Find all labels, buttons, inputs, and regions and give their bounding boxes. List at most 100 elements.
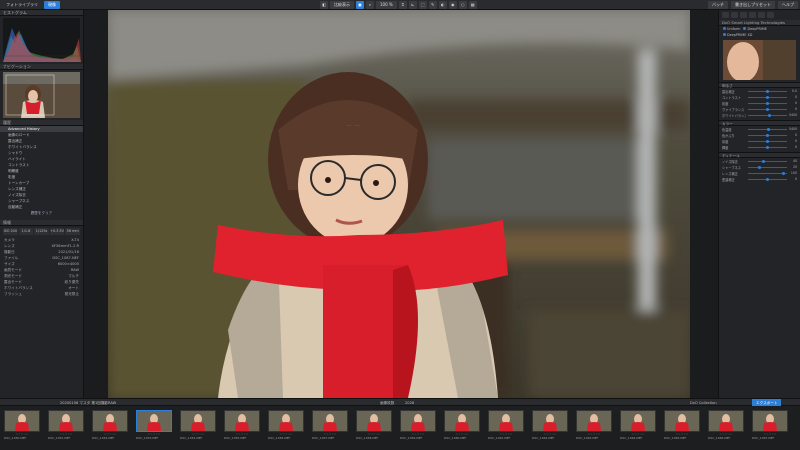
perspective-icon[interactable]: ⬚ [418,1,427,9]
thumbnail-image[interactable] [708,410,744,432]
slider-knob[interactable] [766,133,769,137]
tool-icon[interactable] [749,12,756,18]
thumbnail-image[interactable] [488,410,524,432]
slider-value[interactable]: 0 [789,139,797,143]
thumbnail-image[interactable] [136,410,172,432]
slider-value[interactable]: 0 [789,177,797,181]
thumbnail-image[interactable] [224,410,260,432]
filmstrip-thumbnail[interactable]: ☆☆☆☆☆ DSC_1057.NEF [312,410,348,446]
local-adjust-icon[interactable]: ◐ [438,1,447,9]
slider-value[interactable]: 100 [789,171,797,175]
grid-icon[interactable]: ▦ [468,1,477,9]
slider-value[interactable]: 0.0 [789,89,797,93]
slider-value[interactable]: 5400 [789,113,797,117]
thumbnail-image[interactable] [4,410,40,432]
thumbnail-image[interactable] [664,410,700,432]
compare-mode[interactable]: 比較表示 [330,1,354,9]
repair-icon[interactable]: ✎ [428,1,437,9]
slider-knob[interactable] [766,89,769,93]
main-photo-viewer[interactable] [108,10,690,398]
slider-track[interactable] [748,95,787,99]
slider-value[interactable]: 0 [789,145,797,149]
slider-track[interactable] [748,145,787,149]
slider-knob[interactable] [766,101,769,105]
slider-track[interactable] [748,171,787,175]
filmstrip-thumbnail[interactable]: ☆☆☆☆☆ DSC_1055.NEF [224,410,260,446]
slider-track[interactable] [748,107,787,111]
thumbnail-image[interactable] [576,410,612,432]
slider-value[interactable]: 0 [789,107,797,111]
slider-value[interactable]: 0 [789,101,797,105]
crop-icon[interactable]: ⌗ [398,1,407,9]
slider-track[interactable] [748,89,787,93]
redeye-icon[interactable]: ◉ [448,1,457,9]
slider-value[interactable]: 0 [789,133,797,137]
loupe-icon[interactable]: ○ [458,1,467,9]
filmstrip-thumbnail[interactable]: ☆☆☆☆☆ DSC_1051.NEF [48,410,84,446]
slider-knob[interactable] [781,171,785,175]
zoom-icon[interactable]: ⌕ [366,1,374,9]
slider-value[interactable]: 40 [789,159,797,163]
thumbnail-image[interactable] [180,410,216,432]
history-clear-button[interactable]: 履歴をクリア [0,210,83,216]
compare-icon[interactable]: ◧ [320,1,328,9]
slider-track[interactable] [748,101,787,105]
filmstrip-thumbnail[interactable]: ☆☆☆☆☆ DSC_1053.NEF [136,410,172,446]
tab-develop[interactable]: 現像 [44,1,60,9]
slider-knob[interactable] [766,95,769,99]
toggle-uniform[interactable]: Uniform [723,27,740,31]
filmstrip-thumbnail[interactable]: ☆☆☆☆☆ DSC_1059.NEF [400,410,436,446]
slider-track[interactable] [748,159,787,163]
slider-knob[interactable] [766,139,769,143]
filmstrip-thumbnail[interactable]: ☆☆☆☆☆ DSC_1058.NEF [356,410,392,446]
filmstrip-thumbnail[interactable]: ☆☆☆☆☆ DSC_1063.NEF [576,410,612,446]
horizon-icon[interactable]: ⊾ [408,1,417,9]
tool-icon[interactable] [722,12,729,18]
slider-knob[interactable] [767,113,771,117]
toggle-deepprime[interactable]: DeepPRIME [743,27,767,31]
info-header[interactable]: 情報 [0,220,83,226]
thumbnail-image[interactable] [620,410,656,432]
navigator-thumbnail[interactable] [3,72,80,118]
slider-value[interactable]: 5400 [789,127,797,131]
fit-icon[interactable]: ▣ [356,1,364,9]
filmstrip-thumbnail[interactable]: ☆☆☆☆☆ DSC_1050.NEF [4,410,40,446]
batch-button[interactable]: バッチ [708,1,728,9]
filmstrip-thumbnail[interactable]: ☆☆☆☆☆ DSC_1065.NEF [664,410,700,446]
slider-track[interactable] [748,139,787,143]
filmstrip-thumbnail[interactable]: ☆☆☆☆☆ DSC_1061.NEF [488,410,524,446]
filmstrip-thumbnail[interactable]: ☆☆☆☆☆ DSC_1052.NEF [92,410,128,446]
thumbnail-image[interactable] [400,410,436,432]
slider-track[interactable] [748,133,787,137]
slider-value[interactable]: 20 [789,165,797,169]
slider-value[interactable]: 0 [789,95,797,99]
slider-track[interactable] [748,177,787,181]
thumbnail-image[interactable] [356,410,392,432]
slider-knob[interactable] [766,177,769,181]
thumbnail-image[interactable] [92,410,128,432]
histogram-header[interactable]: ヒストグラム [0,10,83,16]
slider-knob[interactable] [758,165,762,169]
slider-knob[interactable] [762,159,766,163]
tool-icon[interactable] [740,12,747,18]
loupe-preview[interactable] [723,40,796,80]
thumbnail-image[interactable] [268,410,304,432]
thumbnail-image[interactable] [312,410,348,432]
zoom-level[interactable]: 100 % [376,1,397,9]
tool-icon[interactable] [767,12,774,18]
slider-knob[interactable] [766,145,769,149]
filmstrip-thumbnail[interactable]: ☆☆☆☆☆ DSC_1056.NEF [268,410,304,446]
navigator-header[interactable]: ナビゲーション [0,64,83,70]
tab-photo-library[interactable]: フォトライブラリ [2,1,42,9]
thumbnail-image[interactable] [444,410,480,432]
thumbnail-image[interactable] [532,410,568,432]
filmstrip-thumbnail[interactable]: ☆☆☆☆☆ DSC_1064.NEF [620,410,656,446]
filmstrip-thumbnail[interactable]: ☆☆☆☆☆ DSC_1060.NEF [444,410,480,446]
help-button[interactable]: ヘルプ [778,1,798,9]
thumbnail-image[interactable] [48,410,84,432]
tool-icon[interactable] [758,12,765,18]
slider-track[interactable] [748,113,787,117]
filmstrip-thumbnail[interactable]: ☆☆☆☆☆ DSC_1067.NEF [752,410,788,446]
export-preset-button[interactable]: 書き出しプリセット [731,1,775,9]
slider-track[interactable] [748,165,787,169]
